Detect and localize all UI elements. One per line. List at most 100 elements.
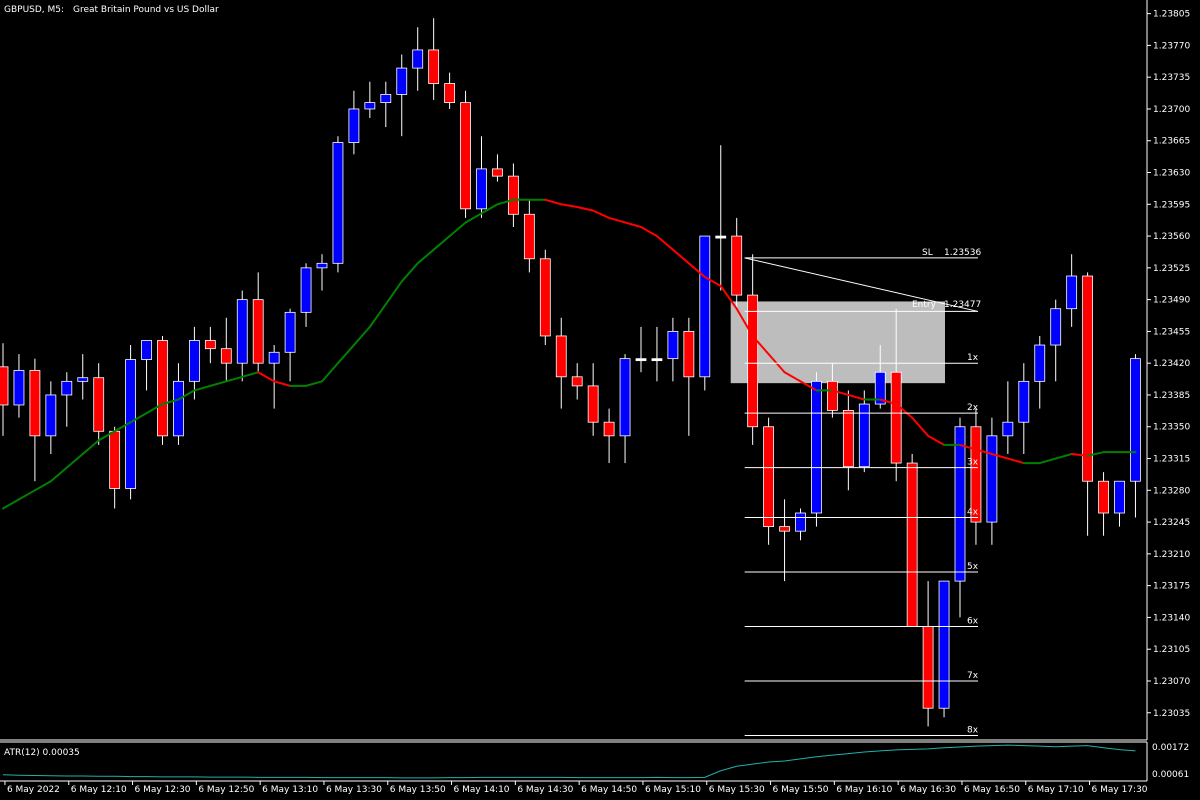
time-tick-label: 6 May 12:30 <box>135 785 191 795</box>
candle-body <box>1050 308 1062 346</box>
candle-body <box>954 426 966 582</box>
candle-body <box>1018 380 1030 423</box>
candle-body <box>284 311 296 353</box>
atr-scale-low: 0.00061 <box>1152 770 1189 780</box>
candle <box>906 453 918 627</box>
time-tick-label: 6 May 17:30 <box>1092 785 1148 795</box>
candle-body <box>539 258 551 337</box>
candle-body <box>1082 275 1093 482</box>
chart-description-label: Great Britain Pound vs US Dollar <box>73 5 219 15</box>
price-tick-label: 1.23630 <box>1153 169 1190 179</box>
candle-body <box>747 294 759 428</box>
price-tick-label: 1.23665 <box>1153 137 1190 147</box>
time-tick-label: 6 May 14:10 <box>454 785 510 795</box>
candle-body <box>13 370 25 406</box>
price-tick-label: 1.23035 <box>1153 709 1190 719</box>
price-tick-label: 1.23315 <box>1153 455 1190 465</box>
price-tick-label: 1.23490 <box>1153 296 1190 306</box>
candle-body <box>204 340 216 350</box>
candle <box>460 90 471 218</box>
candle-body <box>763 426 774 528</box>
sl-label: SL <box>922 248 933 258</box>
candle-body <box>507 175 519 215</box>
candle-body <box>109 430 121 489</box>
entry-price: 1.23477 <box>944 300 981 310</box>
price-tick-label: 1.23280 <box>1153 486 1190 496</box>
candle-body <box>827 380 838 411</box>
time-tick-label: 6 May 13:50 <box>390 785 446 795</box>
price-tick-label: 1.23420 <box>1153 359 1190 369</box>
price-tick-label: 1.23770 <box>1153 41 1190 51</box>
candle-body <box>842 410 854 468</box>
candle-body <box>1034 344 1046 382</box>
price-tick-label: 1.23525 <box>1153 264 1190 274</box>
candle-body <box>93 377 105 432</box>
candle-body <box>61 380 73 396</box>
time-tick-label: 6 May 12:10 <box>71 785 127 795</box>
candle-body <box>492 168 503 177</box>
candle-body <box>444 83 456 104</box>
price-tick-label: 1.23385 <box>1153 391 1190 401</box>
time-tick-label: 6 May 16:10 <box>836 785 892 795</box>
candle-body <box>476 168 487 210</box>
atr-scale-high: 0.00172 <box>1152 743 1189 753</box>
time-tick-label: 6 May 14:30 <box>517 785 573 795</box>
price-tick-label: 1.23210 <box>1153 550 1190 560</box>
price-chart[interactable]: 1x 2x 3x 4x 5x 6x 7x 8x 1.23805 1.23770 1.23735 1.… <box>0 0 1200 800</box>
candle <box>811 372 822 527</box>
candle-body <box>603 421 615 437</box>
candle-body <box>396 67 408 95</box>
candle-body <box>683 331 695 378</box>
candle <box>763 417 774 545</box>
target-level-label: 1x <box>967 353 979 363</box>
candle-body <box>300 267 312 313</box>
candle-body <box>811 380 822 514</box>
entry-zone-box <box>730 301 945 384</box>
atr-label: ATR(12) 0.00035 <box>4 748 80 758</box>
candle-body <box>555 335 567 378</box>
candle-body <box>316 262 328 269</box>
candle-body <box>667 331 679 360</box>
candle-body <box>651 358 663 362</box>
candle <box>157 335 168 445</box>
candle-body <box>157 340 168 437</box>
time-tick-label: 6 May 17:10 <box>1028 785 1084 795</box>
target-level-label: 3x <box>967 458 979 468</box>
price-tick-label: 1.23105 <box>1153 645 1190 655</box>
target-level-label: 7x <box>967 671 979 681</box>
time-tick-label: 6 May 14:50 <box>581 785 637 795</box>
entry-label: Entry <box>912 300 937 310</box>
price-tick-label: 1.23700 <box>1153 105 1190 115</box>
candle-body <box>0 366 9 406</box>
candle-body <box>523 213 535 260</box>
time-tick-label: 6 May 13:10 <box>262 785 318 795</box>
candle-body <box>45 394 57 437</box>
candle-body <box>412 49 424 69</box>
time-tick-label: 6 May 16:50 <box>964 785 1020 795</box>
candle-body <box>220 348 232 364</box>
target-level-label: 5x <box>967 562 979 572</box>
candle-body <box>699 235 711 378</box>
candle-body <box>29 370 41 437</box>
price-tick-label: 1.23140 <box>1153 613 1190 623</box>
candle-body <box>428 49 440 84</box>
overlay-box-layer <box>730 301 945 384</box>
candle-body <box>715 235 727 239</box>
sl-price: 1.23536 <box>944 248 981 258</box>
time-tick-label: 6 May 13:30 <box>326 785 382 795</box>
candle-body <box>619 358 631 437</box>
price-tick-label: 1.23560 <box>1153 232 1190 242</box>
price-tick-label: 1.23245 <box>1153 518 1190 528</box>
candle-body <box>380 94 392 104</box>
candle-body <box>986 435 998 523</box>
candle-body <box>1002 421 1014 437</box>
candle <box>938 580 950 718</box>
time-tick-label: 6 May 15:10 <box>645 785 701 795</box>
candle-body <box>571 376 583 387</box>
candle-body <box>188 340 200 382</box>
target-level-label: 2x <box>967 403 979 413</box>
candle-body <box>1066 275 1078 310</box>
candle-body <box>332 142 344 264</box>
price-tick-label: 1.23735 <box>1153 73 1190 83</box>
candle-body <box>795 512 806 532</box>
